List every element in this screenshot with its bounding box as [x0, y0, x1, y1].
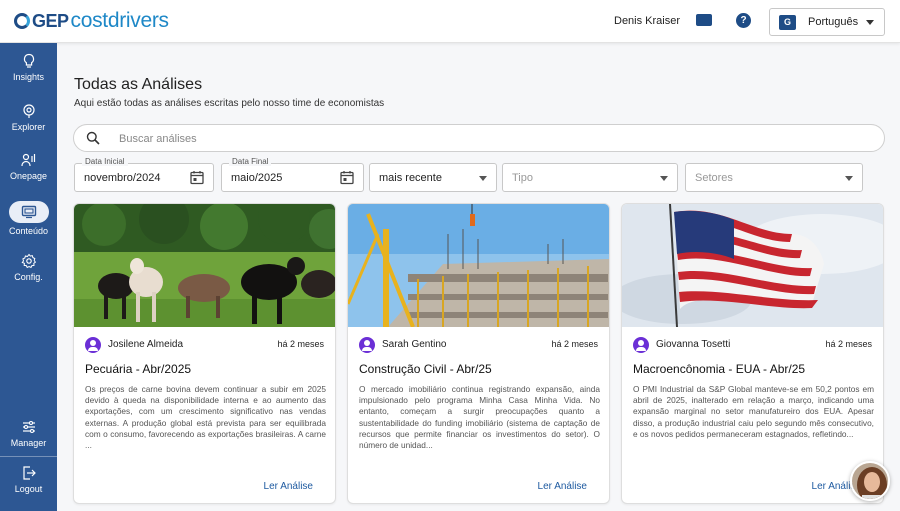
gear-icon: [21, 253, 36, 269]
card-title[interactable]: Pecuária - Abr/2025: [85, 362, 191, 376]
end-date-value: maio/2025: [231, 172, 283, 184]
language-label: Português: [808, 16, 859, 28]
author-name: Giovanna Tosetti: [656, 339, 731, 350]
sidebar-item-label: Conteúdo: [8, 226, 49, 236]
sectors-placeholder: Setores: [695, 172, 733, 184]
start-date-label: Data Inicial: [82, 157, 128, 166]
author-avatar: [359, 337, 375, 353]
read-analysis-link[interactable]: Ler Análise: [264, 481, 313, 492]
sidebar-item-label: Logout: [14, 484, 43, 494]
card-title[interactable]: Construção Civil - Abr/25: [359, 362, 492, 376]
lightbulb-icon: [23, 53, 34, 68]
translate-icon: G: [779, 14, 796, 30]
published-time: há 2 meses: [825, 339, 872, 349]
search-input[interactable]: Buscar análises: [73, 124, 885, 152]
read-analysis-link[interactable]: Ler Análise: [538, 481, 587, 492]
top-bar: GEP costdrivers Denis Kraiser ? G Portug…: [0, 0, 900, 43]
sidebar-item-label: Onepage: [9, 171, 48, 181]
logout-icon: [22, 466, 36, 480]
assistant-avatar-button[interactable]: [850, 461, 890, 501]
sort-select[interactable]: mais recente: [369, 163, 497, 192]
calendar-icon[interactable]: [340, 170, 354, 185]
author-avatar: [633, 337, 649, 353]
calendar-icon[interactable]: [190, 170, 204, 185]
main-content: Todas as Análises Aqui estão todas as an…: [57, 43, 900, 511]
sidebar-item-config[interactable]: Config.: [0, 253, 57, 282]
sidebar-divider: [0, 456, 57, 457]
support-icon[interactable]: ?: [736, 13, 751, 28]
search-placeholder: Buscar análises: [119, 133, 197, 145]
card-title[interactable]: Macroencônomia - EUA - Abr/25: [633, 362, 805, 376]
language-select[interactable]: G Português: [769, 8, 885, 36]
onepage-icon: [20, 153, 35, 167]
sidebar-item-manager[interactable]: Manager: [0, 419, 57, 448]
end-date-field[interactable]: Data Final maio/2025: [221, 157, 364, 192]
author-name: Josilene Almeida: [108, 339, 184, 350]
ticket-icon[interactable]: [696, 14, 712, 26]
sidebar: Insights Explorer Onepage Conteúdo Confi…: [0, 43, 57, 511]
chevron-down-icon: [479, 176, 487, 181]
sort-value: mais recente: [379, 172, 442, 184]
sidebar-item-label: Manager: [10, 438, 47, 448]
published-time: há 2 meses: [277, 339, 324, 349]
sidebar-item-explorer[interactable]: Explorer: [0, 103, 57, 132]
active-indicator: [8, 201, 49, 223]
published-time: há 2 meses: [551, 339, 598, 349]
card-excerpt: O PMI Industrial da S&P Global manteve-s…: [633, 384, 874, 439]
sidebar-item-onepage[interactable]: Onepage: [0, 152, 57, 181]
content-icon: [21, 205, 36, 219]
author-avatar: [85, 337, 101, 353]
chevron-down-icon: [845, 176, 853, 181]
card-excerpt: O mercado imobiliário continua registran…: [359, 384, 600, 451]
analysis-card[interactable]: Giovanna Tosetti há 2 meses Macroencônom…: [621, 203, 884, 504]
cattle-image: [74, 204, 335, 327]
gep-costdrivers-logo[interactable]: GEP costdrivers: [14, 9, 169, 33]
search-icon: [86, 131, 100, 145]
explorer-icon: [22, 104, 35, 118]
construction-image: [348, 204, 609, 327]
card-excerpt: Os preços de carne bovina devem continua…: [85, 384, 326, 451]
sectors-select[interactable]: Setores: [685, 163, 863, 192]
start-date-field[interactable]: Data Inicial novembro/2024: [74, 157, 214, 192]
logo-gep-text: GEP: [32, 10, 69, 31]
sidebar-item-label: Config.: [14, 272, 43, 282]
user-name[interactable]: Denis Kraiser: [614, 15, 680, 27]
logo-product-text: costdrivers: [70, 9, 170, 32]
sidebar-item-insights[interactable]: Insights: [0, 53, 57, 82]
page-subtitle: Aqui estão todas as análises escritas pe…: [74, 98, 385, 109]
sidebar-item-label: Insights: [12, 72, 45, 82]
type-placeholder: Tipo: [512, 172, 533, 184]
analysis-card[interactable]: Josilene Almeida há 2 meses Pecuária - A…: [73, 203, 336, 504]
chevron-down-icon: [866, 20, 874, 25]
usa-flag-image: [622, 204, 883, 327]
page-title: Todas as Análises: [74, 76, 203, 93]
analysis-card[interactable]: Sarah Gentino há 2 meses Construção Civi…: [347, 203, 610, 504]
start-date-value: novembro/2024: [84, 172, 161, 184]
chevron-down-icon: [660, 176, 668, 181]
gep-swirl-icon: [14, 13, 30, 29]
end-date-label: Data Final: [229, 157, 272, 166]
sidebar-item-label: Explorer: [11, 122, 46, 132]
sidebar-item-logout[interactable]: Logout: [0, 465, 57, 494]
sliders-icon: [22, 420, 35, 434]
author-name: Sarah Gentino: [382, 339, 447, 350]
sidebar-item-conteudo[interactable]: Conteúdo: [0, 201, 57, 236]
type-select[interactable]: Tipo: [502, 163, 678, 192]
